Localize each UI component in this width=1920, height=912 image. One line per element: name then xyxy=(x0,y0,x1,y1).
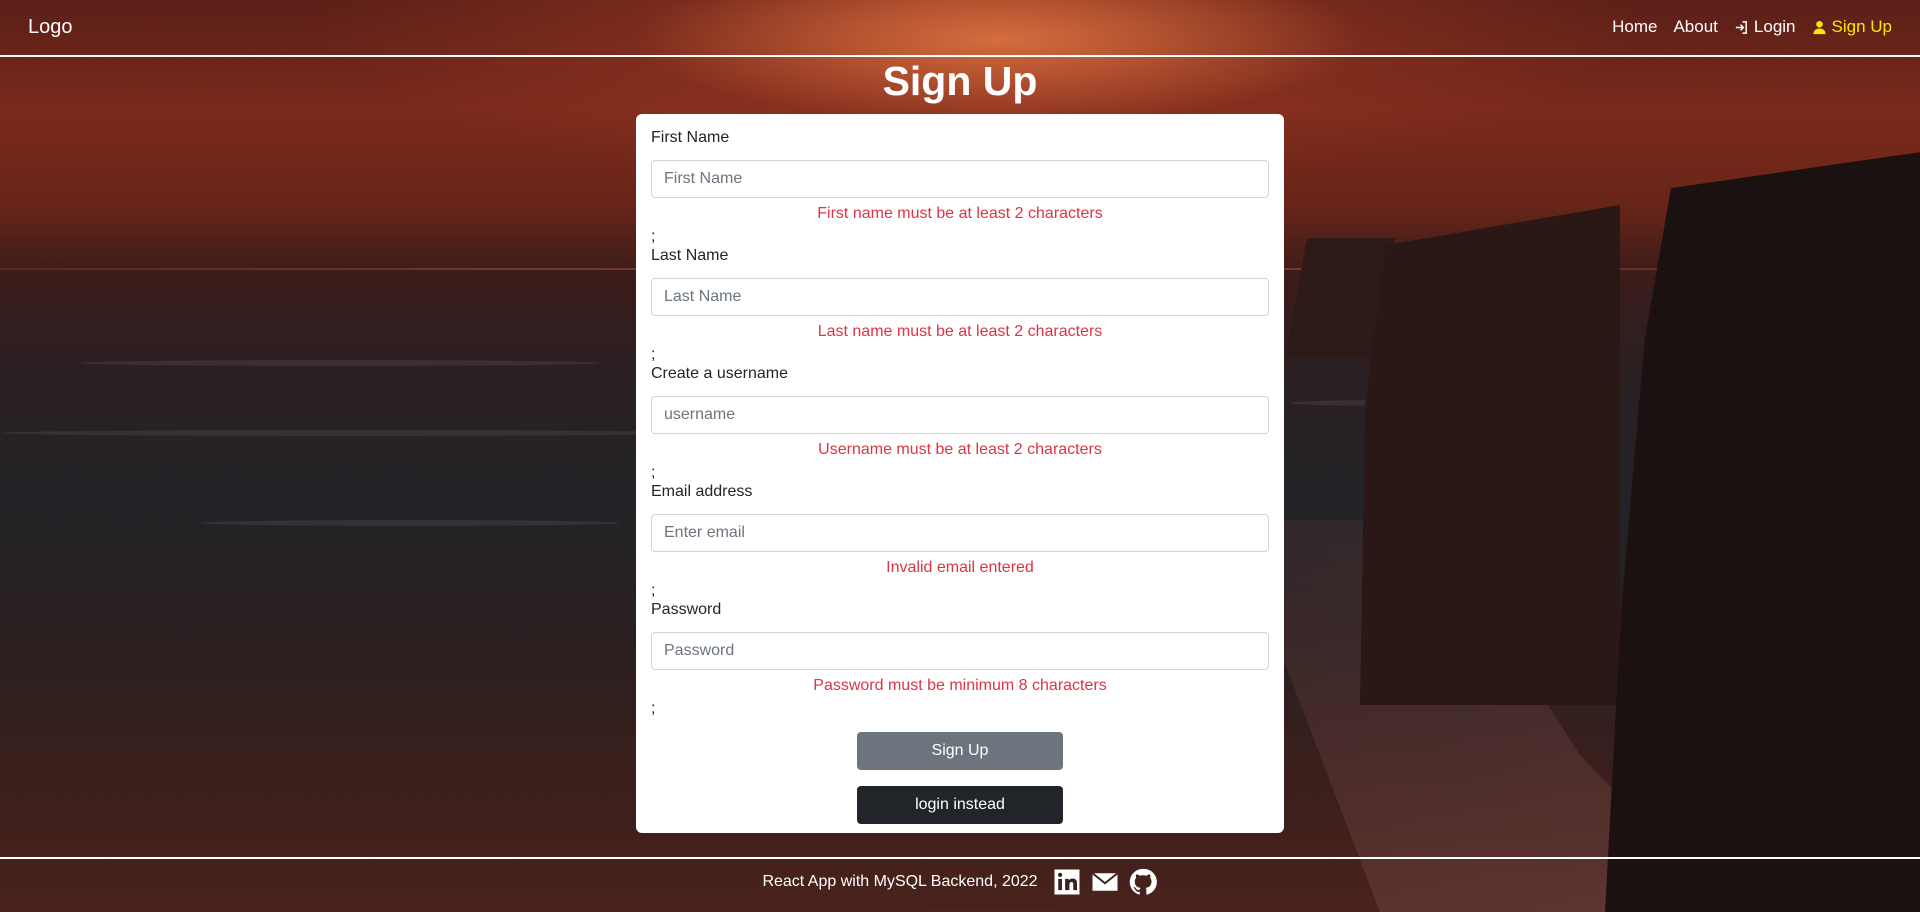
last-name-label: Last Name xyxy=(651,247,729,264)
background-cliff xyxy=(1605,150,1920,912)
password-input[interactable] xyxy=(651,632,1269,670)
linkedin-icon[interactable] xyxy=(1052,867,1082,897)
nav-link-label: Login xyxy=(1753,17,1796,36)
username-label: Create a username xyxy=(651,365,788,382)
email-group: Email address Invalid email entered ; xyxy=(651,482,1269,600)
signup-form-card: First Name First name must be at least 2… xyxy=(636,114,1284,833)
nav-link-login[interactable]: Login xyxy=(1734,17,1796,37)
background-wave xyxy=(200,520,620,526)
email-input[interactable] xyxy=(651,514,1269,552)
login-icon xyxy=(1735,20,1747,34)
username-input[interactable] xyxy=(651,396,1269,434)
footer-text: React App with MySQL Backend, 2022 xyxy=(762,873,1038,890)
nav-link-home[interactable]: Home xyxy=(1612,17,1657,37)
nav-links: Home About Login Sign Up xyxy=(1612,17,1892,37)
email-error: Invalid email entered xyxy=(886,559,1034,576)
user-icon xyxy=(1812,20,1826,34)
password-error: Password must be minimum 8 characters xyxy=(813,677,1107,694)
first-name-error: First name must be at least 2 characters xyxy=(817,205,1103,222)
separator-text: ; xyxy=(651,464,656,481)
separator-text: ; xyxy=(651,228,656,245)
nav-link-signup[interactable]: Sign Up xyxy=(1812,17,1892,37)
username-group: Create a username Username must be at le… xyxy=(651,364,1269,482)
separator-text: ; xyxy=(651,582,656,599)
footer-divider xyxy=(0,857,1920,859)
password-label: Password xyxy=(651,601,722,618)
background-cliff xyxy=(1360,205,1620,705)
first-name-label: First Name xyxy=(651,129,730,146)
password-group: Password Password must be minimum 8 char… xyxy=(651,600,1269,718)
last-name-error: Last name must be at least 2 characters xyxy=(817,323,1103,340)
background-wave xyxy=(0,430,700,436)
footer-icons xyxy=(1052,867,1158,897)
logo[interactable]: Logo xyxy=(28,16,73,39)
nav-link-label: Sign Up xyxy=(1831,17,1892,36)
nav-link-label: About xyxy=(1673,17,1718,36)
email-label: Email address xyxy=(651,483,753,500)
separator-text: ; xyxy=(651,346,656,363)
first-name-input[interactable] xyxy=(651,160,1269,198)
navbar: Logo Home About Login Sign Up xyxy=(0,0,1920,57)
separator-text: ; xyxy=(651,700,656,717)
last-name-input[interactable] xyxy=(651,278,1269,316)
email-icon[interactable] xyxy=(1090,867,1120,897)
nav-link-label: Home xyxy=(1612,17,1658,36)
footer: React App with MySQL Backend, 2022 xyxy=(0,862,1920,902)
background-wave xyxy=(80,360,600,366)
nav-link-about[interactable]: About xyxy=(1673,17,1717,37)
username-error: Username must be at least 2 characters xyxy=(818,441,1102,458)
page-title: Sign Up xyxy=(882,58,1038,104)
login-instead-button[interactable]: login instead xyxy=(857,786,1063,824)
last-name-group: Last Name Last name must be at least 2 c… xyxy=(651,246,1269,364)
github-icon[interactable] xyxy=(1128,867,1158,897)
signup-button[interactable]: Sign Up xyxy=(857,732,1063,770)
first-name-group: First Name First name must be at least 2… xyxy=(651,128,1269,246)
